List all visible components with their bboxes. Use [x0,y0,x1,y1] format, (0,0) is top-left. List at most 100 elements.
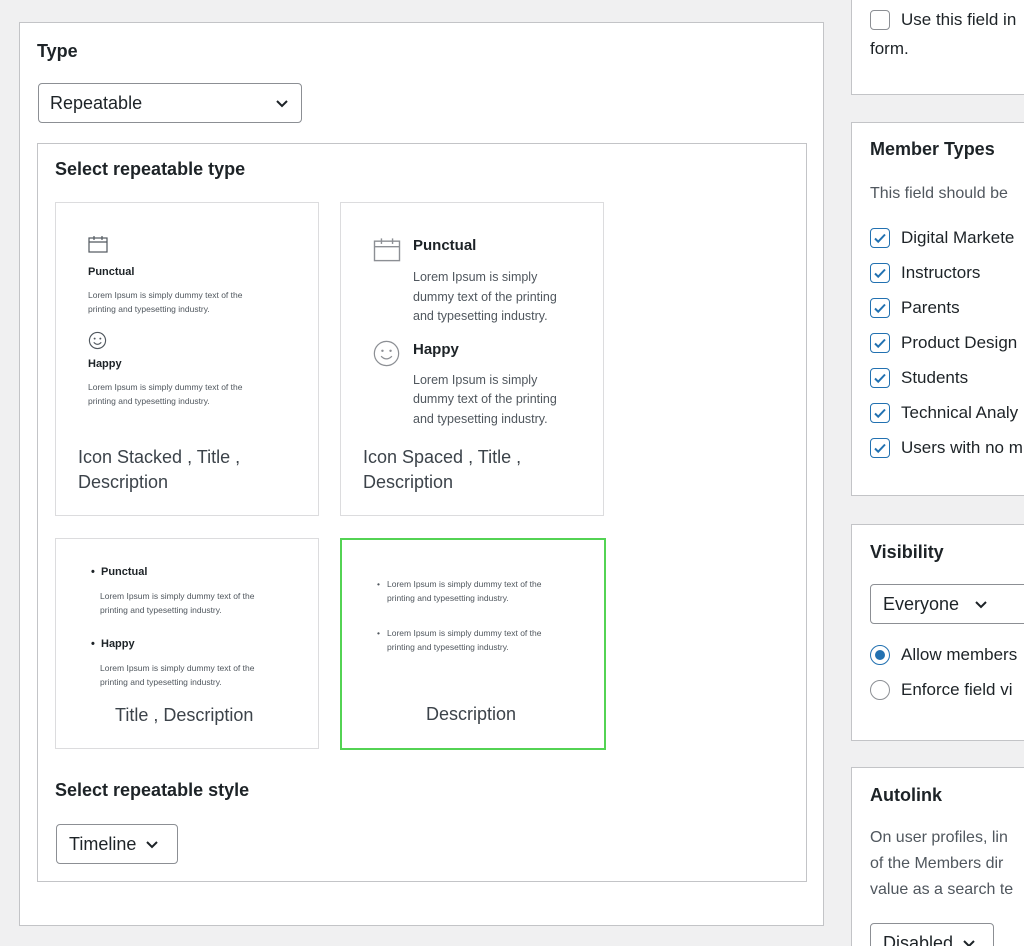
card-caption: Title , Description [115,705,254,725]
member-types-panel: Member Types This field should be Digita… [851,122,1024,496]
card-caption: Icon Stacked , Title , [78,447,241,467]
visibility-select[interactable]: Everyone [870,584,1024,624]
autolink-panel: Autolink On user profiles, lin of the Me… [851,767,1024,946]
checkmark-icon [874,408,886,419]
autolink-description: On user profiles, lin [870,829,1008,846]
checkbox-checked[interactable] [870,403,890,423]
checkbox-checked[interactable] [870,228,890,248]
repeatable-type-card-icon-spaced[interactable]: Punctual Lorem Ipsum is simply dummy tex… [340,202,604,516]
type-label: Type [37,41,78,61]
field-type-panel: Type Repeatable Select repeatable type P… [19,22,824,926]
member-type-item[interactable]: Users with no m [870,438,1023,458]
card-item-text: printing and typesetting industry. [88,396,210,406]
card-item-text: Lorem Ipsum is simply dummy text of the [377,577,541,591]
repeatable-type-card-icon-stacked[interactable]: Punctual Lorem Ipsum is simply dummy tex… [55,202,319,516]
smiley-icon [373,340,400,367]
card-caption: Description [426,704,517,724]
calendar-icon [88,236,108,253]
smiley-icon [88,331,107,350]
radio-label: Allow members [901,645,1018,664]
type-select[interactable]: Repeatable [38,83,302,123]
radio-selected[interactable] [870,645,890,665]
chevron-down-icon [276,100,288,108]
card-item-text: dummy text of the printing [413,290,557,304]
checkmark-icon [874,233,886,244]
radio-label: Enforce field vi [901,680,1013,699]
checkbox-checked[interactable] [870,333,890,353]
repeatable-options-box: Select repeatable type Punctual Lorem Ip… [37,143,807,882]
signup-label-cont: form. [870,39,909,58]
card-item-text: Lorem Ipsum is simply [413,270,538,284]
member-type-label: Technical Analy [901,403,1019,422]
member-type-item[interactable]: Parents [870,298,960,318]
radio-unselected[interactable] [870,680,890,700]
visibility-title: Visibility [870,542,944,562]
member-type-item[interactable]: Product Design [870,333,1017,353]
member-type-item[interactable]: Students [870,368,968,388]
member-type-item[interactable]: Instructors [870,263,980,283]
autolink-description: value as a search te [870,881,1014,898]
member-type-label: Digital Markete [901,228,1015,247]
card-item-text: Lorem Ipsum is simply dummy text of the [100,663,255,673]
repeatable-type-card-description[interactable]: Lorem Ipsum is simply dummy text of the … [340,538,606,750]
card-item-text: printing and typesetting industry. [387,593,509,603]
autolink-select[interactable]: Disabled [870,923,994,946]
checkmark-icon [874,443,886,454]
card-item-title: Happy [88,358,122,370]
card-item-text: Lorem Ipsum is simply dummy text of the [88,290,243,300]
autolink-description: of the Members dir [870,855,1004,872]
member-type-item[interactable]: Digital Markete [870,228,1014,248]
card-caption: Description [78,472,169,492]
chevron-down-icon [975,601,987,609]
repeatable-type-card-title-description[interactable]: Punctual Lorem Ipsum is simply dummy tex… [55,538,319,749]
chevron-down-icon [963,940,975,946]
autolink-title: Autolink [870,785,942,805]
member-type-label: Users with no m [901,438,1023,457]
card-item-text: Lorem Ipsum is simply dummy text of the [377,626,541,640]
calendar-icon [373,238,401,262]
card-caption: Description [363,472,454,492]
card-item-text: printing and typesetting industry. [88,304,210,314]
card-item-text: Lorem Ipsum is simply dummy text of the [88,382,243,392]
card-caption: Icon Spaced , Title , [363,447,522,467]
style-select-value: Timeline [69,833,137,854]
type-select-value: Repeatable [50,92,143,113]
member-type-item[interactable]: Technical Analy [870,403,1018,423]
signup-checkbox-row[interactable]: Use this field in [870,10,1016,30]
checkmark-icon [874,303,886,314]
visibility-panel: Visibility Everyone Allow members Enforc… [851,524,1024,741]
chevron-down-icon [146,841,159,849]
card-item-text: and typesetting industry. [413,412,548,426]
checkbox-checked[interactable] [870,438,890,458]
member-type-label: Instructors [901,263,981,282]
repeatable-style-heading: Select repeatable style [55,780,250,800]
checkmark-icon [874,373,886,384]
repeatable-style-select[interactable]: Timeline [56,824,178,864]
card-item-title: Punctual [88,266,135,278]
card-item-text: and typesetting industry. [413,309,548,323]
card-item-title: Punctual [91,566,148,578]
visibility-option-enforce[interactable]: Enforce field vi [870,680,1013,700]
card-item-title: Happy [413,341,459,358]
signup-checkbox[interactable] [870,10,890,30]
card-item-text: printing and typesetting industry. [100,677,222,687]
visibility-select-value: Everyone [883,593,960,614]
checkbox-checked[interactable] [870,298,890,318]
checkbox-checked[interactable] [870,368,890,388]
checkmark-icon [874,338,886,349]
card-item-text: printing and typesetting industry. [387,642,509,652]
card-item-title: Punctual [413,237,477,254]
member-types-title: Member Types [870,139,995,159]
autolink-select-value: Disabled [883,932,954,946]
visibility-option-allow[interactable]: Allow members [870,645,1017,665]
member-types-description: This field should be [870,185,1008,202]
card-item-text: dummy text of the printing [413,392,557,406]
checkmark-icon [874,268,886,279]
repeatable-type-heading: Select repeatable type [55,159,246,179]
card-item-text: Lorem Ipsum is simply dummy text of the [100,591,255,601]
member-type-label: Students [901,368,969,387]
member-type-label: Product Design [901,333,1018,352]
member-type-label: Parents [901,298,960,317]
card-item-text: Lorem Ipsum is simply [413,373,538,387]
checkbox-checked[interactable] [870,263,890,283]
